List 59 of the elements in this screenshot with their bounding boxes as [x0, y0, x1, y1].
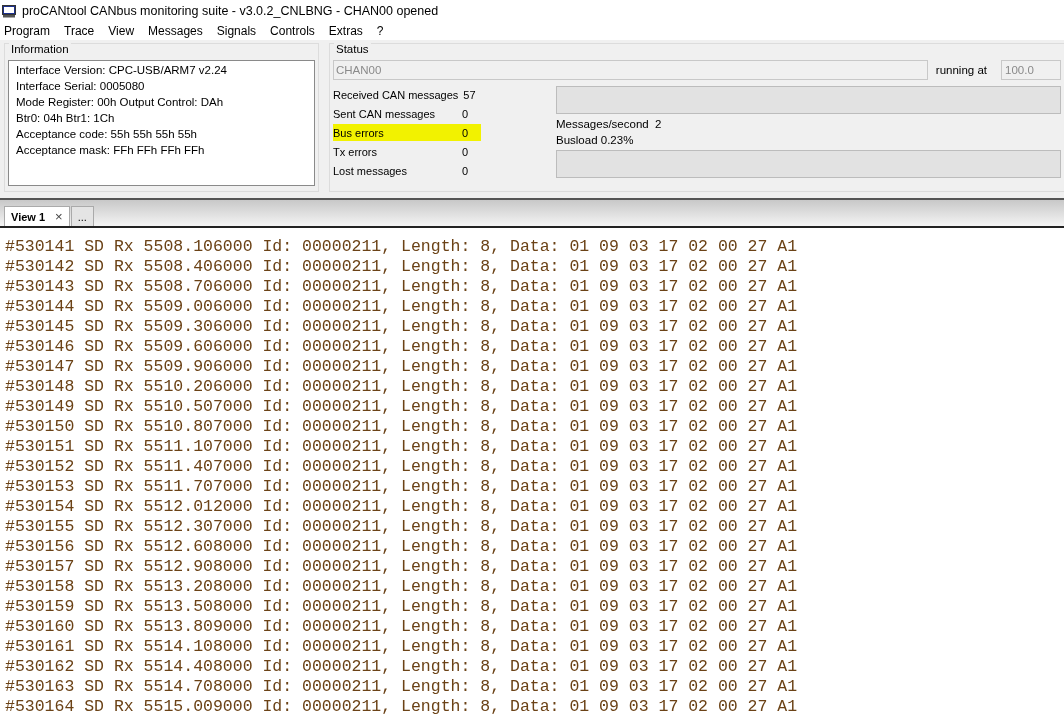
info-line: Mode Register: 00h Output Control: DAh	[16, 96, 225, 108]
menu-item[interactable]: Signals	[216, 24, 264, 38]
menu-item[interactable]: View	[108, 24, 142, 38]
trace-line: #530159 SD Rx 5513.508000 Id: 00000211, Length: 8, Data: 01 09 03 17 02 00 27 A1	[5, 597, 798, 617]
trace-line: #530149 SD Rx 5510.507000 Id: 00000211, Length: 8, Data: 01 09 03 17 02 00 27 A1	[5, 397, 798, 417]
menu-item[interactable]: Controls	[270, 24, 322, 38]
trace-line: #530162 SD Rx 5514.408000 Id: 00000211, Length: 8, Data: 01 09 03 17 02 00 27 A1	[5, 657, 798, 677]
menu-item[interactable]: ?	[376, 24, 391, 38]
menu-item[interactable]: Extras	[328, 24, 370, 38]
counter-value: 57	[463, 88, 476, 101]
counter-label: Tx errors	[333, 145, 378, 158]
counter-value: 0	[462, 145, 469, 158]
info-line: Interface Serial: 0005080	[16, 80, 146, 92]
counter-value: 0	[462, 164, 469, 177]
menu-item[interactable]: Trace	[64, 24, 102, 38]
trace-line: #530156 SD Rx 5512.608000 Id: 00000211, Length: 8, Data: 01 09 03 17 02 00 27 A1	[5, 537, 798, 557]
counter-value: 0	[462, 126, 469, 139]
channel-field: CHAN00	[333, 60, 928, 80]
busload-label: Busload 0.23%	[556, 134, 635, 146]
counter-value: 0	[462, 107, 469, 120]
group-title: Status	[334, 43, 371, 55]
trace-line: #530155 SD Rx 5512.307000 Id: 00000211, Length: 8, Data: 01 09 03 17 02 00 27 A1	[5, 517, 798, 537]
trace-line: #530147 SD Rx 5509.906000 Id: 00000211, Length: 8, Data: 01 09 03 17 02 00 27 A1	[5, 357, 798, 377]
counter-label: Received CAN messages	[333, 88, 460, 101]
trace-line: #530154 SD Rx 5512.012000 Id: 00000211, Length: 8, Data: 01 09 03 17 02 00 27 A1	[5, 497, 798, 517]
info-line: Acceptance code: 55h 55h 55h 55h	[16, 128, 198, 140]
trace-line: #530145 SD Rx 5509.306000 Id: 00000211, Length: 8, Data: 01 09 03 17 02 00 27 A1	[5, 317, 798, 337]
rate-field: 100.0	[1001, 60, 1061, 80]
counter-label: Lost messages	[333, 164, 408, 177]
tab[interactable]: ...	[70, 206, 94, 226]
trace-line: #530142 SD Rx 5508.406000 Id: 00000211, Length: 8, Data: 01 09 03 17 02 00 27 A1	[5, 257, 798, 277]
group-title: Information	[9, 43, 71, 55]
trace-line: #530153 SD Rx 5511.707000 Id: 00000211, Length: 8, Data: 01 09 03 17 02 00 27 A1	[5, 477, 798, 497]
trace-line: #530146 SD Rx 5509.606000 Id: 00000211, Length: 8, Data: 01 09 03 17 02 00 27 A1	[5, 337, 798, 357]
trace-line: #530144 SD Rx 5509.006000 Id: 00000211, Length: 8, Data: 01 09 03 17 02 00 27 A1	[5, 297, 798, 317]
trace-line: #530160 SD Rx 5513.809000 Id: 00000211, Length: 8, Data: 01 09 03 17 02 00 27 A1	[5, 617, 798, 637]
trace-line: #530164 SD Rx 5515.009000 Id: 00000211, Length: 8, Data: 01 09 03 17 02 00 27 A1	[5, 697, 798, 715]
trace-line: #530143 SD Rx 5508.706000 Id: 00000211, Length: 8, Data: 01 09 03 17 02 00 27 A1	[5, 277, 798, 297]
counter-label: Bus errors	[333, 126, 385, 139]
menu-item[interactable]: Program	[4, 24, 57, 38]
trace-line: #530148 SD Rx 5510.206000 Id: 00000211, Length: 8, Data: 01 09 03 17 02 00 27 A1	[5, 377, 798, 397]
counter-label: Sent CAN messages	[333, 107, 437, 120]
tab[interactable]: View 1 ×	[4, 206, 70, 226]
info-line: Interface Version: CPC-USB/ARM7 v2.24	[16, 64, 228, 76]
info-line: Btr0: 04h Btr1: 1Ch	[16, 112, 116, 124]
trace-line: #530152 SD Rx 5511.407000 Id: 00000211, Length: 8, Data: 01 09 03 17 02 00 27 A1	[5, 457, 798, 477]
trace-line: #530150 SD Rx 5510.807000 Id: 00000211, Length: 8, Data: 01 09 03 17 02 00 27 A1	[5, 417, 798, 437]
trace-line: #530161 SD Rx 5514.108000 Id: 00000211, Length: 8, Data: 01 09 03 17 02 00 27 A1	[5, 637, 798, 657]
window-title: proCANtool CANbus monitoring suite - v3.0.2_CNLBNG - CHAN00 opened	[22, 4, 439, 18]
messages-per-second: Messages/second 2	[556, 118, 663, 130]
menu-item[interactable]: Messages	[148, 24, 210, 38]
trace-line: #530163 SD Rx 5514.708000 Id: 00000211, Length: 8, Data: 01 09 03 17 02 00 27 A1	[5, 677, 798, 697]
trace-line: #530151 SD Rx 5511.107000 Id: 00000211, Length: 8, Data: 01 09 03 17 02 00 27 A1	[5, 437, 798, 457]
trace-line: #530141 SD Rx 5508.106000 Id: 00000211, Length: 8, Data: 01 09 03 17 02 00 27 A1	[5, 237, 798, 257]
trace-line: #530157 SD Rx 5512.908000 Id: 00000211, Length: 8, Data: 01 09 03 17 02 00 27 A1	[5, 557, 798, 577]
running-at-label: running at	[935, 64, 987, 76]
info-line: Acceptance mask: FFh FFh FFh FFh	[16, 144, 206, 156]
close-icon[interactable]: ×	[55, 209, 63, 224]
trace-line: #530158 SD Rx 5513.208000 Id: 00000211, Length: 8, Data: 01 09 03 17 02 00 27 A1	[5, 577, 798, 597]
